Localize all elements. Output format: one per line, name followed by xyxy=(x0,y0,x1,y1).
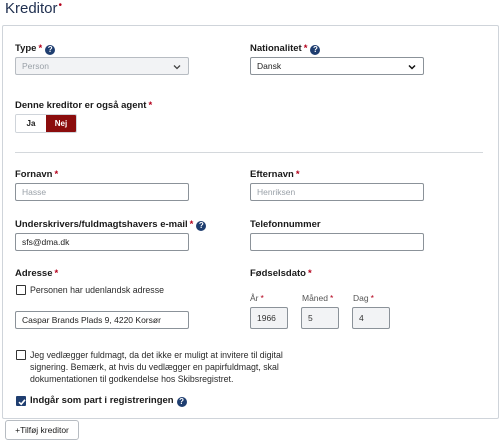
foedselsdato-label: Fødselsdato * xyxy=(250,268,312,279)
agent-option-nej[interactable]: Nej xyxy=(46,115,76,132)
email-label: Underskrivers/fuldmagtshavers e-mail *? xyxy=(15,219,207,231)
fuldmagt-line-3: dokumentationen til godkendelse hos Skib… xyxy=(30,374,234,384)
fuldmagt-checkbox[interactable] xyxy=(16,350,26,360)
foedselsdato-label-text: Fødselsdato xyxy=(250,268,306,279)
required-star: * xyxy=(260,293,264,303)
month-label-text: Måned xyxy=(302,293,328,303)
required-star: * xyxy=(330,293,334,303)
required-star: * xyxy=(303,43,308,54)
nationalitet-select[interactable]: Dansk xyxy=(250,57,424,75)
required-star: * xyxy=(54,268,59,279)
efternavn-input[interactable]: Henriksen xyxy=(250,183,424,201)
telefon-input[interactable] xyxy=(250,233,424,251)
fornavn-input[interactable]: Hasse xyxy=(15,183,189,201)
adresse-label-text: Adresse xyxy=(15,268,53,279)
page-title: Kreditor• xyxy=(5,0,62,17)
chevron-down-icon xyxy=(173,65,181,70)
type-select-value: Person xyxy=(22,61,49,71)
help-icon[interactable]: ? xyxy=(196,221,207,231)
add-kreditor-button[interactable]: +Tilføj kreditor xyxy=(5,420,79,440)
required-star: * xyxy=(38,43,43,54)
required-star: * xyxy=(148,100,153,111)
year-label: År * xyxy=(250,293,264,303)
fuldmagt-line-2: signering. Bemærk, at hvis du vedlægger … xyxy=(30,362,279,372)
required-star: * xyxy=(189,219,194,230)
required-star: * xyxy=(307,268,312,279)
telefon-label-text: Telefonnummer xyxy=(250,219,321,230)
month-input[interactable]: 5 xyxy=(301,307,339,329)
section-divider xyxy=(15,152,483,153)
foreign-address-checkbox[interactable] xyxy=(16,285,26,295)
help-icon[interactable]: ? xyxy=(176,397,187,407)
day-label-text: Dag xyxy=(353,293,369,303)
efternavn-label-text: Efternavn xyxy=(250,169,294,180)
type-label-text: Type xyxy=(15,43,37,54)
nationalitet-label-text: Nationalitet xyxy=(250,43,302,54)
telefon-label: Telefonnummer xyxy=(250,219,321,230)
efternavn-label: Efternavn * xyxy=(250,169,300,180)
required-marker: • xyxy=(58,0,63,11)
day-label: Dag * xyxy=(353,293,374,303)
fornavn-label-text: Fornavn xyxy=(15,169,53,180)
email-label-text: Underskrivers/fuldmagtshavers e-mail xyxy=(15,219,188,230)
foreign-address-label: Personen har udenlandsk adresse xyxy=(30,285,164,295)
agent-label-text: Denne kreditor er også agent xyxy=(15,100,147,111)
email-input[interactable]: sfs@dma.dk xyxy=(15,233,189,251)
fuldmagt-line-1: Jeg vedlægger fuldmagt, da det ikke er m… xyxy=(30,350,283,360)
agent-option-ja[interactable]: Ja xyxy=(16,115,46,132)
year-input[interactable]: 1966 xyxy=(250,307,288,329)
indgaar-label: Indgår som part i registreringen? xyxy=(30,395,187,407)
page-title-text: Kreditor xyxy=(5,0,58,17)
required-star: * xyxy=(54,169,59,180)
checkmark-icon xyxy=(18,399,26,406)
agent-toggle: Ja Nej xyxy=(15,114,77,133)
month-label: Måned * xyxy=(302,293,333,303)
required-star: * xyxy=(295,169,300,180)
nationalitet-select-value: Dansk xyxy=(257,61,282,71)
day-input[interactable]: 4 xyxy=(352,307,390,329)
year-label-text: År xyxy=(250,293,259,303)
agent-label: Denne kreditor er også agent * xyxy=(15,100,152,111)
help-icon[interactable]: ? xyxy=(310,45,321,55)
type-select: Person xyxy=(15,57,189,75)
indgaar-label-text: Indgår som part i registreringen xyxy=(30,395,174,406)
nationalitet-label: Nationalitet *? xyxy=(250,43,321,55)
fornavn-label: Fornavn * xyxy=(15,169,58,180)
chevron-down-icon xyxy=(408,64,416,70)
adresse-input[interactable]: Caspar Brands Plads 9, 4220 Korsør xyxy=(15,311,189,329)
adresse-label: Adresse * xyxy=(15,268,58,279)
required-star: * xyxy=(370,293,374,303)
indgaar-checkbox[interactable] xyxy=(16,396,26,406)
help-icon[interactable]: ? xyxy=(45,45,56,55)
type-label: Type *? xyxy=(15,43,56,55)
